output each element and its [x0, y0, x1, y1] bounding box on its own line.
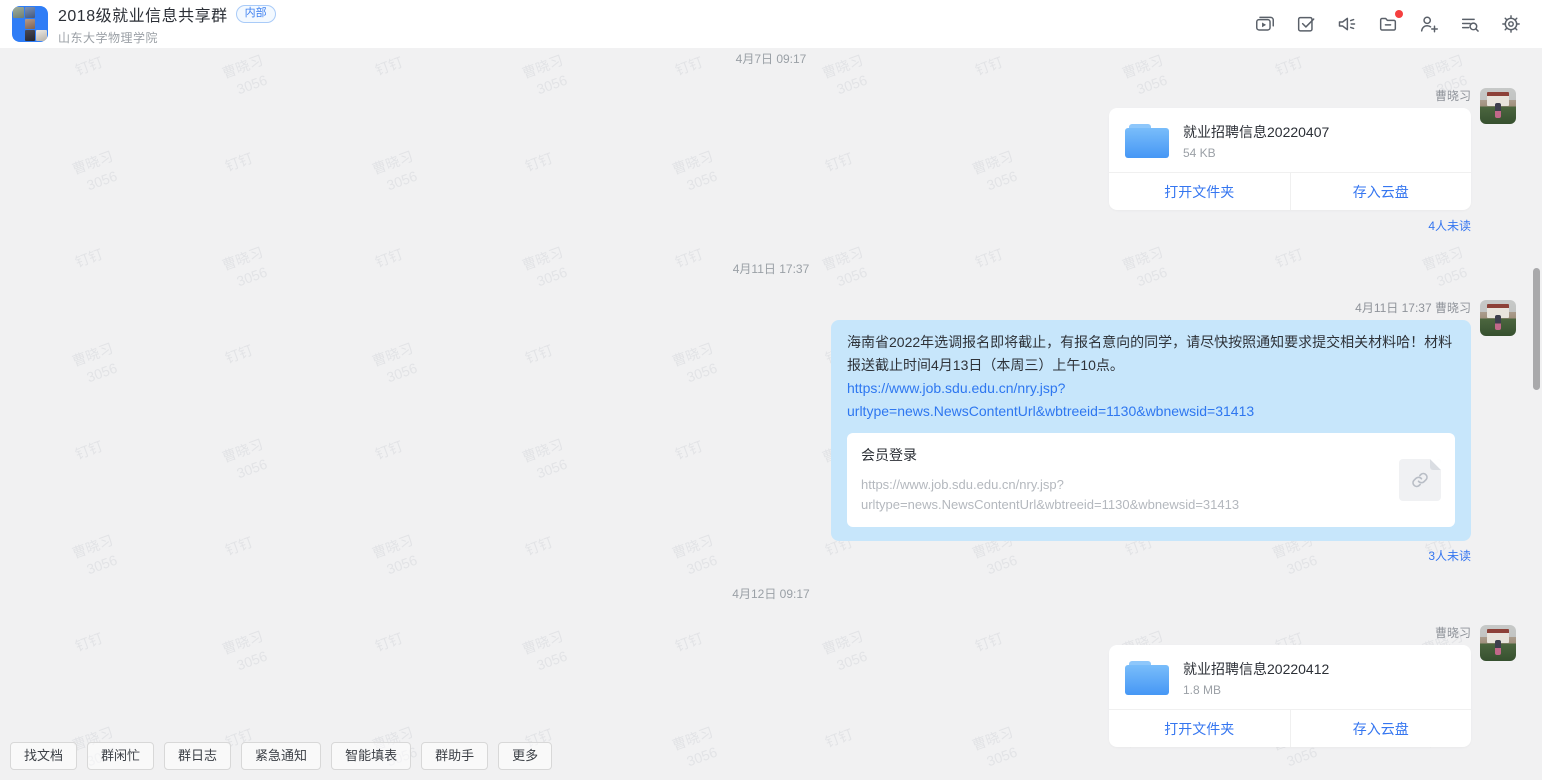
video-meeting-icon[interactable]: [1254, 13, 1276, 35]
group-files-icon[interactable]: [1377, 13, 1399, 35]
message-link[interactable]: https://www.job.sdu.edu.cn/nry.jsp? urlt…: [847, 377, 1455, 423]
group-toolbar: 找文档 群闲忙 群日志 紧急通知 智能填表 群助手 更多: [0, 742, 552, 770]
chat-header: 2018级就业信息共享群 内部 山东大学物理学院: [0, 0, 1542, 48]
group-status-button[interactable]: 群闲忙: [87, 742, 154, 770]
file-size: 54 KB: [1183, 146, 1329, 160]
group-avatar[interactable]: [12, 6, 48, 42]
link-preview-card[interactable]: 会员登录 https://www.job.sdu.edu.cn/nry.jsp?…: [847, 433, 1455, 527]
group-subtitle: 山东大学物理学院: [58, 29, 276, 46]
more-button[interactable]: 更多: [498, 742, 552, 770]
sender-name: 曹晓习: [1435, 625, 1471, 641]
folder-icon: [1125, 124, 1169, 158]
group-title: 2018级就业信息共享群: [58, 2, 228, 26]
message-stream: 4月7日 09:17 曹晓习 就业招聘信息20220407 54 KB: [0, 48, 1542, 780]
message-text-link: 4月11日 17:37 曹晓习 海南省2022年选调报名即将截止，有报名意向的同…: [0, 300, 1542, 564]
message-file-20220412: 曹晓习 就业招聘信息20220412 1.8 MB 打开文件夹 存入云盘: [0, 625, 1542, 747]
message-file-20220407: 曹晓习 就业招聘信息20220407 54 KB 打开文件夹 存入云盘: [0, 88, 1542, 234]
avatar[interactable]: [1480, 625, 1516, 661]
scrollbar-thumb[interactable]: [1533, 268, 1540, 390]
save-to-drive-button[interactable]: 存入云盘: [1290, 173, 1472, 210]
avatar[interactable]: [1480, 300, 1516, 336]
file-name: 就业招聘信息20220407: [1183, 122, 1329, 142]
chat-area: 曹晓习3056钉钉曹晓习3056钉钉曹晓习3056钉钉曹晓习3056钉钉曹晓习3…: [0, 48, 1542, 780]
open-folder-button[interactable]: 打开文件夹: [1109, 173, 1290, 210]
find-docs-button[interactable]: 找文档: [10, 742, 77, 770]
settings-gear-icon[interactable]: [1500, 13, 1522, 35]
avatar[interactable]: [1480, 88, 1516, 124]
announcement-icon[interactable]: [1336, 13, 1358, 35]
folder-icon: [1125, 661, 1169, 695]
file-name: 就业招聘信息20220412: [1183, 659, 1329, 679]
header-toolbar: [1254, 13, 1526, 35]
task-check-icon[interactable]: [1295, 13, 1317, 35]
message-text: 海南省2022年选调报名即将截止，有报名意向的同学，请尽快按照通知要求提交相关材…: [847, 331, 1455, 377]
link-icon: [1399, 459, 1441, 501]
link-preview-url: https://www.job.sdu.edu.cn/nry.jsp? urlt…: [861, 475, 1387, 515]
unread-count[interactable]: 4人未读: [1428, 218, 1471, 234]
link-preview-title: 会员登录: [861, 445, 1387, 465]
time-divider: 4月12日 09:17: [0, 585, 1542, 603]
urgent-notice-button[interactable]: 紧急通知: [241, 742, 321, 770]
save-to-drive-button[interactable]: 存入云盘: [1290, 710, 1472, 747]
group-assistant-button[interactable]: 群助手: [421, 742, 488, 770]
file-size: 1.8 MB: [1183, 683, 1329, 697]
open-folder-button[interactable]: 打开文件夹: [1109, 710, 1290, 747]
chat-history-search-icon[interactable]: [1459, 13, 1481, 35]
smart-form-button[interactable]: 智能填表: [331, 742, 411, 770]
message-bubble: 海南省2022年选调报名即将截止，有报名意向的同学，请尽快按照通知要求提交相关材…: [831, 320, 1471, 541]
file-card[interactable]: 就业招聘信息20220412 1.8 MB 打开文件夹 存入云盘: [1109, 645, 1471, 747]
message-header: 4月11日 17:37 曹晓习: [1355, 300, 1471, 316]
time-divider: 4月7日 09:17: [0, 50, 1542, 68]
notification-dot: [1395, 10, 1403, 18]
file-card[interactable]: 就业招聘信息20220407 54 KB 打开文件夹 存入云盘: [1109, 108, 1471, 210]
internal-badge: 内部: [236, 5, 276, 23]
group-log-button[interactable]: 群日志: [164, 742, 231, 770]
sender-name: 曹晓习: [1435, 88, 1471, 104]
unread-count[interactable]: 3人未读: [1428, 548, 1471, 564]
time-divider: 4月11日 17:37: [0, 260, 1542, 278]
add-member-icon[interactable]: [1418, 13, 1440, 35]
